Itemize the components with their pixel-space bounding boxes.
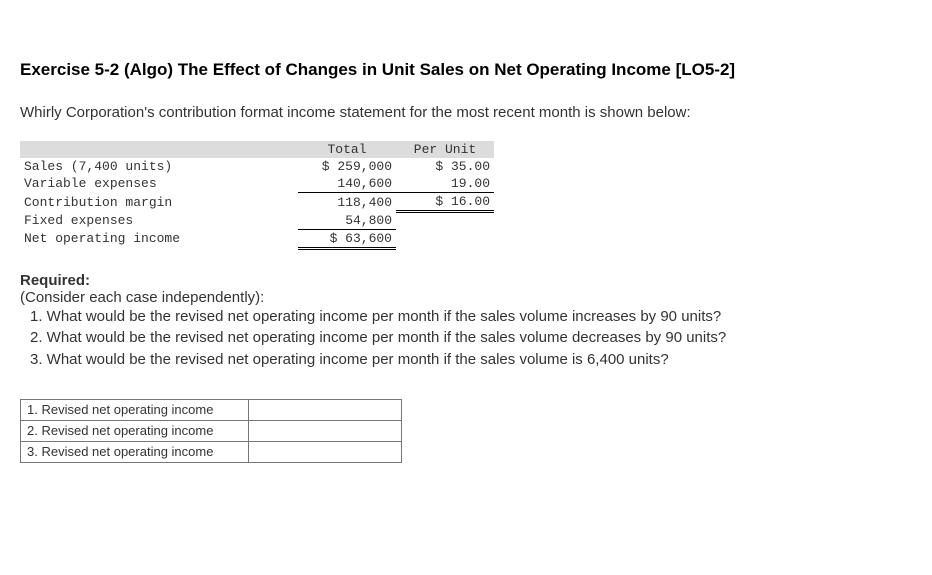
cm-per-unit: $ 16.00 [396,193,494,212]
required-sub: (Consider each case independently): [20,289,264,306]
fixed-label: Fixed expenses [20,212,298,230]
varexp-per-unit: 19.00 [396,175,494,193]
question-2: 2. What would be the revised net operati… [30,327,912,349]
answer-1-input[interactable] [255,402,395,418]
answer-3-label: 3. Revised net operating income [21,441,249,462]
sales-per-unit: $ 35.00 [396,158,494,175]
question-3: 3. What would be the revised net operati… [30,349,912,371]
fixed-per-unit-blank [396,212,494,230]
cm-label: Contribution margin [20,193,298,212]
sales-total: $ 259,000 [298,158,396,175]
noi-total: $ 63,600 [298,229,396,248]
noi-label: Net operating income [20,229,298,248]
answer-3-input[interactable] [255,444,395,460]
noi-per-unit-blank [396,229,494,248]
income-statement-table: Total Per Unit Sales (7,400 units) $ 259… [20,141,494,250]
answer-2-input[interactable] [255,423,395,439]
answer-table: 1. Revised net operating income 2. Revis… [20,399,402,463]
cm-total: 118,400 [298,193,396,212]
header-total: Total [298,141,396,158]
header-blank [20,141,298,158]
header-per-unit: Per Unit [396,141,494,158]
exercise-title: Exercise 5-2 (Algo) The Effect of Change… [20,60,912,80]
fixed-total: 54,800 [298,212,396,230]
answer-1-label: 1. Revised net operating income [21,399,249,420]
required-heading: Required: [20,272,90,289]
question-1: 1. What would be the revised net operati… [30,306,912,328]
answer-2-label: 2. Revised net operating income [21,420,249,441]
intro-text: Whirly Corporation's contribution format… [20,104,912,121]
varexp-label: Variable expenses [20,175,298,193]
questions-block: 1. What would be the revised net operati… [30,306,912,371]
varexp-total: 140,600 [298,175,396,193]
sales-label: Sales (7,400 units) [20,158,298,175]
